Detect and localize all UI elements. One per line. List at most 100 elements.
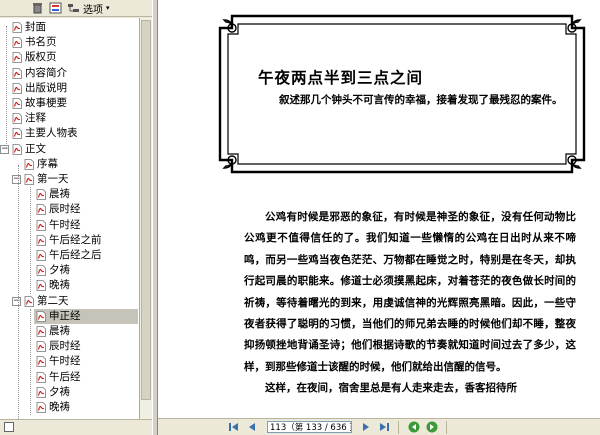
new-bookmark-icon[interactable]	[48, 1, 62, 15]
bookmark-page-icon	[12, 82, 22, 94]
first-page-icon[interactable]	[228, 421, 240, 433]
bookmark-label: 故事梗要	[25, 97, 67, 109]
tree-connector	[30, 187, 31, 294]
bookmark-item[interactable]: 故事梗要	[10, 96, 138, 111]
bookmark-item[interactable]: 辰时经	[34, 202, 138, 217]
delete-bookmark-icon[interactable]	[30, 1, 44, 15]
bookmark-item[interactable]: 晨祷	[34, 187, 138, 202]
tree-connector	[18, 164, 19, 419]
options-dropdown-arrow[interactable]: ▾	[106, 4, 110, 12]
bookmark-page-icon	[12, 52, 22, 64]
bookmark-label: 晚祷	[49, 279, 70, 292]
bookmark-item[interactable]: 午后经	[34, 370, 138, 385]
bookmark-item[interactable]: 内容简介	[10, 66, 138, 81]
bookmark-label: 晨祷	[49, 325, 70, 337]
go-back-icon[interactable]	[408, 421, 420, 433]
bookmark-item[interactable]: 午后经之前	[34, 233, 138, 248]
bookmark-page-icon	[36, 280, 46, 292]
document-page: 午夜两点半到三点之间 叙述那几个钟头不可言传的幸福，接着发现了最残忍的案件。 公…	[158, 0, 600, 418]
expand-bookmark-icon[interactable]	[66, 1, 80, 15]
bookmark-label: 夕祷	[49, 385, 70, 398]
bookmark-item[interactable]: 序幕	[22, 157, 138, 172]
options-menu-label[interactable]: 选项	[83, 1, 103, 16]
bookmark-label: 申正经	[49, 309, 81, 322]
bookmark-item[interactable]: 午时经	[34, 218, 138, 233]
bookmark-page-icon	[36, 219, 46, 231]
bookmark-item[interactable]: 晨祷	[34, 324, 138, 339]
bookmark-page-icon	[36, 356, 46, 368]
last-page-icon[interactable]	[378, 421, 390, 433]
bookmark-page-icon	[36, 371, 46, 383]
panel-toggle-icon[interactable]	[4, 422, 14, 432]
bookmark-item[interactable]: 出版说明	[10, 81, 138, 96]
bookmark-page-icon	[24, 295, 34, 307]
nav-separator	[398, 421, 399, 434]
bookmark-label: 午后经之前	[49, 233, 102, 246]
bookmark-label: 午后经之后	[49, 249, 102, 261]
page-number-input[interactable]: 113（第 133 / 636 页）	[267, 421, 352, 433]
bookmarks-panel: 选项 ▾ 封面书名页版权页内容简介 出版说明故事梗要注释 主要人物表 − 正文序幕 − 第一…	[0, 0, 152, 435]
go-forward-icon[interactable]	[426, 421, 438, 433]
bookmark-item[interactable]: 主要人物表	[10, 126, 138, 141]
bookmark-item[interactable]: 晚祷	[34, 278, 138, 293]
bookmark-scrollbar-thumb[interactable]	[141, 20, 151, 400]
bookmark-page-icon	[36, 402, 46, 413]
bookmark-label: 版权页	[25, 51, 57, 64]
bookmark-item[interactable]: 注释	[10, 111, 138, 126]
bookmark-page-icon	[36, 310, 46, 322]
panel-status-bar	[0, 419, 152, 435]
bookmark-label: 封面	[25, 21, 46, 33]
bookmark-item[interactable]: − 第一天	[12, 172, 138, 187]
bookmark-item[interactable]: 申正经	[34, 308, 138, 324]
bookmark-page-icon	[12, 143, 22, 155]
bookmark-page-icon	[24, 158, 34, 170]
bookmark-label: 第二天	[37, 294, 69, 307]
bookmark-page-icon	[12, 113, 22, 125]
body-paragraph: 这样，在夜间，宿舍里总是有人走来走去，香客招待所	[265, 382, 517, 395]
bookmark-item[interactable]: 晚祷	[34, 400, 138, 415]
bookmark-label: 辰时经	[49, 203, 81, 216]
chapter-title: 午夜两点半到三点之间	[258, 68, 424, 87]
bookmark-page-icon	[36, 386, 46, 398]
chapter-body: 公鸡有时候是邪恶的象征，有时候是神圣的象征，没有任何动物比公鸡更不值得信任的了。…	[244, 207, 576, 400]
bookmark-item[interactable]: 夕祷	[34, 263, 138, 278]
bookmark-page-icon	[12, 22, 22, 33]
page-navigation-bar: 113（第 133 / 636 页）	[158, 418, 600, 435]
bookmark-item[interactable]: 书名页	[10, 35, 138, 50]
bookmark-item[interactable]: 辰时经	[34, 339, 138, 354]
bookmark-item[interactable]: 夕祷	[34, 385, 138, 400]
nav-separator	[446, 421, 447, 434]
bookmark-page-icon	[24, 174, 34, 185]
collapse-toggle-icon[interactable]: −	[12, 175, 21, 184]
bookmark-label: 出版说明	[25, 81, 67, 94]
bookmark-page-icon	[12, 128, 22, 140]
tree-connector	[30, 308, 31, 416]
bookmark-page-icon	[36, 326, 46, 337]
bookmark-item[interactable]: − 第二天	[12, 294, 138, 309]
collapse-toggle-icon[interactable]: −	[12, 296, 21, 306]
bookmark-label: 夕祷	[49, 264, 70, 277]
bookmark-item[interactable]: 封面	[10, 20, 138, 35]
bookmark-label: 序幕	[37, 157, 58, 170]
bookmark-label: 午时经	[49, 218, 81, 231]
bookmark-item[interactable]: − 正文	[0, 142, 138, 157]
bookmark-label: 正文	[25, 142, 46, 155]
bookmark-item[interactable]: 午时经	[34, 354, 138, 369]
bookmark-item[interactable]: 版权页	[10, 50, 138, 65]
bookmark-page-icon	[36, 250, 46, 261]
bookmark-page-icon	[12, 37, 22, 49]
bookmark-item[interactable]: 午后经之后	[34, 248, 138, 263]
bookmark-label: 辰时经	[49, 340, 81, 353]
bookmark-page-icon	[36, 341, 46, 353]
body-paragraph: 公鸡有时候是邪恶的象征，有时候是神圣的象征，没有任何动物比公鸡更不值得信任的了。…	[244, 211, 576, 373]
bookmark-page-icon	[36, 234, 46, 246]
previous-page-icon[interactable]	[246, 421, 258, 433]
bookmark-page-icon	[12, 98, 22, 109]
bookmark-label: 书名页	[25, 36, 57, 49]
collapse-toggle-icon[interactable]: −	[0, 144, 9, 154]
next-page-icon[interactable]	[360, 421, 372, 433]
bookmarks-toolbar: 选项 ▾	[0, 0, 152, 17]
bookmark-label: 晨祷	[49, 188, 70, 201]
bookmark-label: 午后经	[49, 370, 81, 383]
bookmark-label: 主要人物表	[25, 127, 78, 140]
